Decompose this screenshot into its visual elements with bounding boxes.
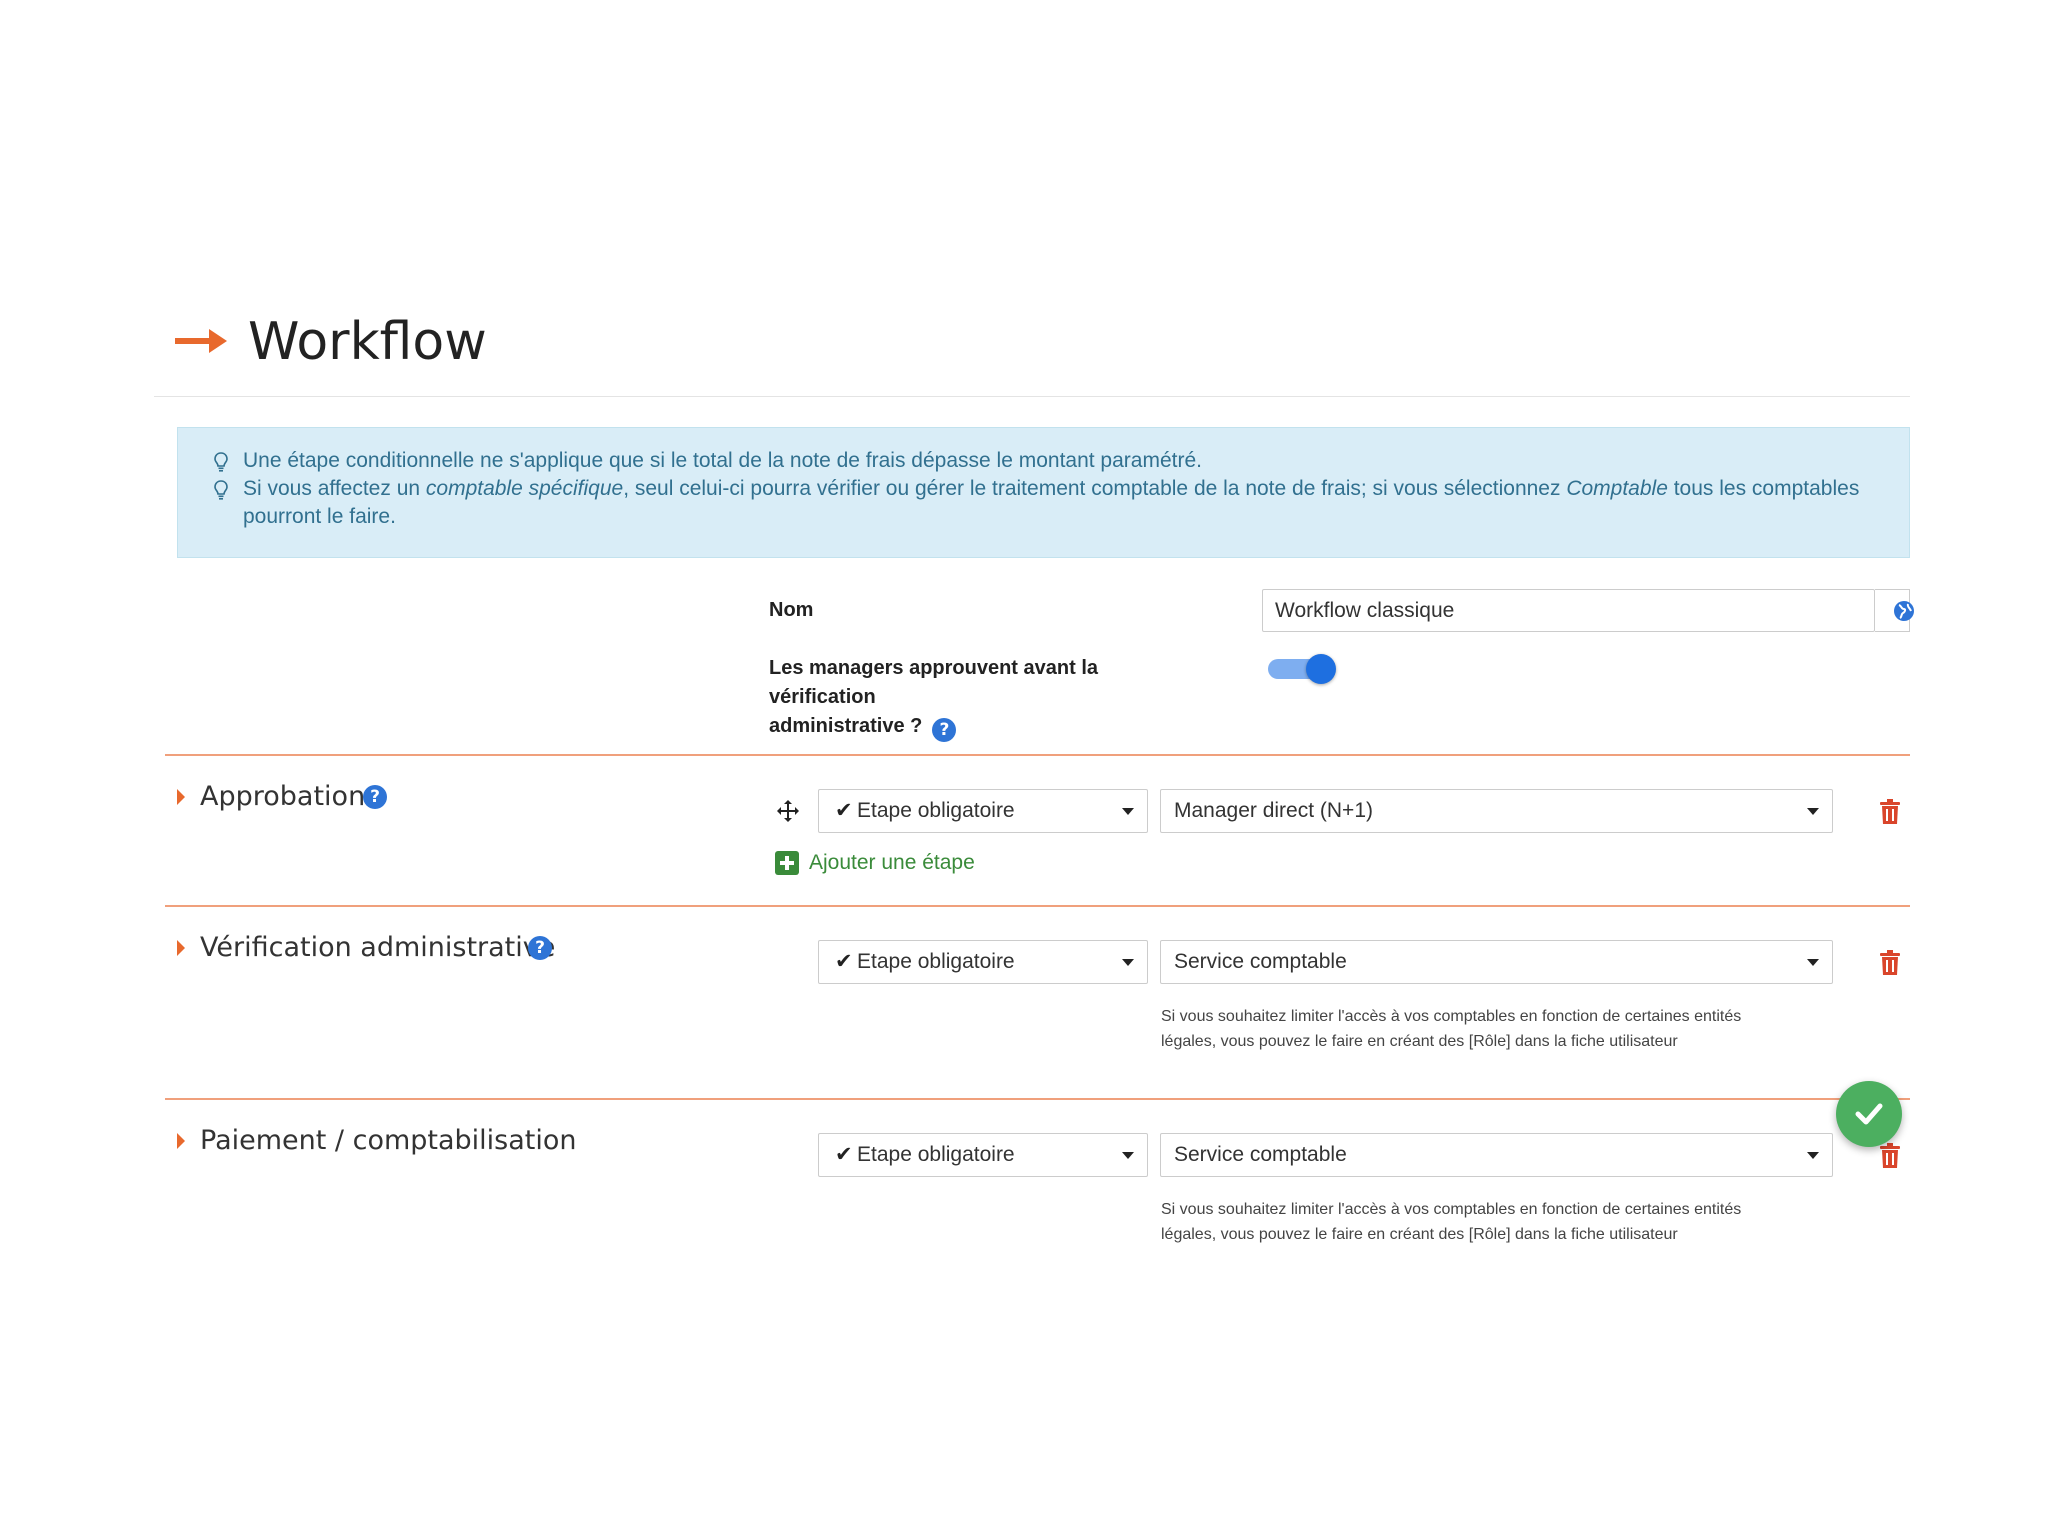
section-divider: [165, 1098, 1910, 1100]
caret-right-icon[interactable]: [177, 1133, 185, 1149]
header-divider: [154, 396, 1910, 397]
lightbulb-icon: [214, 480, 228, 500]
section-divider: [165, 754, 1910, 756]
help-icon[interactable]: ?: [932, 718, 957, 742]
help-text-line: Si vous souhaitez limiter l'accès à vos …: [1161, 1201, 1742, 1218]
managers-approve-label: Les managers approuvent avant la vérific…: [769, 654, 1209, 742]
lightbulb-icon: [214, 452, 228, 472]
assignee-select[interactable]: Manager direct (N+1): [1160, 789, 1833, 833]
info-line-accountant: Si vous affectez un comptable spécifique…: [243, 475, 1893, 531]
check-icon: ✔: [835, 1143, 853, 1166]
section-title-payment[interactable]: Paiement / comptabilisation: [200, 1123, 577, 1159]
page-title: Workflow: [248, 312, 487, 372]
info-text: , seul celui-ci pourra vérifier ou gérer…: [623, 477, 1567, 500]
save-fab-button[interactable]: [1836, 1081, 1902, 1147]
chevron-down-icon: [1122, 959, 1134, 966]
assignee-select[interactable]: Service comptable: [1160, 1133, 1833, 1177]
chevron-down-icon: [1122, 808, 1134, 815]
step-type-select[interactable]: ✔ Etape obligatoire: [818, 789, 1148, 833]
workflow-name-input[interactable]: Workflow classique: [1262, 589, 1875, 632]
section-title-approbation[interactable]: Approbation: [200, 779, 365, 815]
help-icon[interactable]: ?: [363, 785, 387, 809]
accountant-help-text: Si vous souhaitez limiter l'accès à vos …: [1161, 1004, 1821, 1054]
managers-approve-label-line2: administrative ??: [769, 712, 1209, 742]
chevron-down-icon: [1807, 959, 1819, 966]
caret-right-icon[interactable]: [177, 940, 185, 956]
section-divider: [165, 905, 1910, 907]
assignee-select[interactable]: Service comptable: [1160, 940, 1833, 984]
assignee-value: Manager direct (N+1): [1174, 799, 1373, 822]
step-type-value: Etape obligatoire: [857, 1143, 1015, 1166]
caret-right-icon[interactable]: [177, 789, 185, 805]
help-text-line: légales, vous pouvez le faire en créant …: [1161, 1226, 1678, 1243]
add-step-label: Ajouter une étape: [809, 851, 975, 874]
arrow-right-icon: [175, 329, 227, 353]
trash-icon[interactable]: [1879, 950, 1901, 976]
info-text: Si vous affectez un: [243, 477, 426, 500]
chevron-down-icon: [1807, 1152, 1819, 1159]
managers-approve-label-line1: Les managers approuvent avant la vérific…: [769, 657, 1099, 708]
plus-square-icon: [775, 851, 799, 875]
check-icon: ✔: [835, 799, 853, 822]
info-emphasis: comptable spécifique: [425, 477, 624, 500]
help-text-line: légales, vous pouvez le faire en créant …: [1161, 1033, 1678, 1050]
help-text-line: Si vous souhaitez limiter l'accès à vos …: [1161, 1008, 1742, 1025]
move-icon[interactable]: [777, 800, 799, 822]
step-type-select[interactable]: ✔ Etape obligatoire: [818, 1133, 1148, 1177]
assignee-value: Service comptable: [1174, 950, 1347, 973]
help-icon[interactable]: ?: [528, 936, 552, 960]
trash-icon[interactable]: [1879, 799, 1901, 825]
name-label: Nom: [769, 599, 814, 621]
chevron-down-icon: [1122, 1152, 1134, 1159]
step-type-value: Etape obligatoire: [857, 950, 1015, 973]
info-alert: Une étape conditionnelle ne s'applique q…: [177, 427, 1910, 558]
step-type-value: Etape obligatoire: [857, 799, 1015, 822]
toggle-knob[interactable]: [1306, 654, 1336, 684]
section-title-verification[interactable]: Vérification administrative: [200, 930, 555, 966]
managers-approve-label-text: administrative ?: [769, 715, 923, 737]
trash-icon[interactable]: [1879, 1143, 1901, 1169]
translate-button[interactable]: [1875, 589, 1914, 632]
info-emphasis: Comptable: [1566, 477, 1668, 500]
check-icon: ✔: [835, 950, 853, 973]
globe-icon: [1894, 601, 1914, 621]
check-circle-icon: [1855, 1103, 1883, 1125]
assignee-value: Service comptable: [1174, 1143, 1347, 1166]
info-line-conditional: Une étape conditionnelle ne s'applique q…: [243, 449, 1202, 472]
step-type-select[interactable]: ✔ Etape obligatoire: [818, 940, 1148, 984]
accountant-help-text: Si vous souhaitez limiter l'accès à vos …: [1161, 1197, 1821, 1247]
chevron-down-icon: [1807, 808, 1819, 815]
